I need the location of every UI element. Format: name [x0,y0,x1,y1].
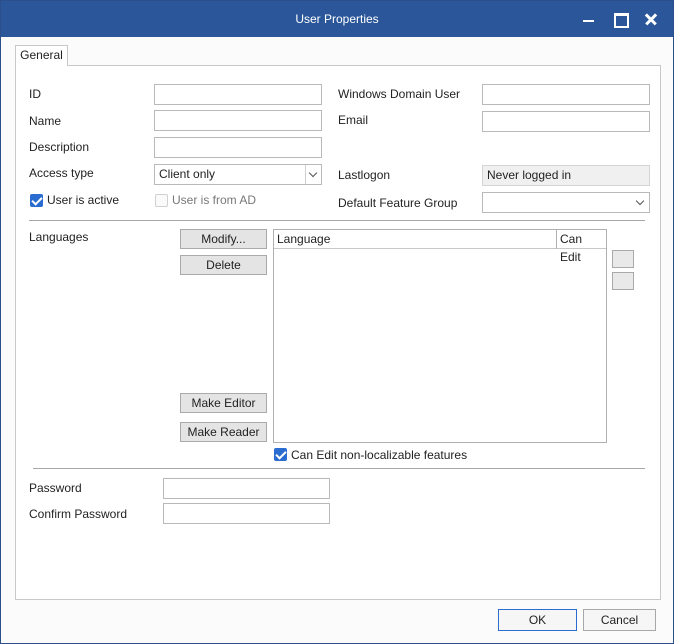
tab-general[interactable]: General [15,45,68,66]
description-input[interactable] [154,137,322,158]
grid-header: Language Can Edit [274,230,606,264]
delete-button[interactable]: Delete [180,255,267,275]
chevron-down-icon[interactable] [305,165,321,184]
id-label: ID [29,87,41,101]
move-up-button[interactable] [612,250,634,268]
maximize-icon[interactable] [610,9,630,29]
default-feature-group-label: Default Feature Group [338,196,458,210]
languages-label: Languages [29,230,89,244]
can-edit-non-localizable-checkbox[interactable] [274,448,287,461]
can-edit-non-localizable-label: Can Edit non-localizable features [291,448,468,462]
languages-grid[interactable]: Language Can Edit [273,229,607,443]
close-icon[interactable] [641,9,661,29]
default-feature-group-select[interactable] [482,192,650,213]
make-editor-button[interactable]: Make Editor [180,393,267,413]
last-logon-value: Never logged in [482,165,650,186]
separator [33,468,645,469]
name-label: Name [29,114,62,128]
access-type-select[interactable]: Client only [154,164,322,185]
confirm-password-label: Confirm Password [29,507,128,521]
column-header-language[interactable]: Language [274,230,557,249]
cancel-button[interactable]: Cancel [583,609,656,631]
user-is-active-checkbox[interactable] [30,194,43,207]
id-input[interactable] [154,84,322,105]
title-bar[interactable]: User Properties [1,1,673,37]
access-type-value: Client only [159,167,216,181]
modify-button[interactable]: Modify... [180,229,267,249]
password-input[interactable] [163,478,330,499]
last-logon-label: Lastlogon [338,168,391,182]
chevron-down-icon[interactable] [633,193,649,212]
confirm-password-input[interactable] [163,503,330,524]
windows-domain-user-input[interactable] [482,84,650,105]
password-label: Password [29,481,82,495]
move-down-button[interactable] [612,272,634,290]
user-is-active-label: User is active [47,193,120,207]
access-type-label: Access type [29,166,94,180]
description-label: Description [29,140,90,154]
make-reader-button[interactable]: Make Reader [180,422,267,442]
name-input[interactable] [154,110,322,131]
email-input[interactable] [482,111,650,132]
email-label: Email [338,113,369,127]
column-header-can-edit[interactable]: Can Edit [557,230,606,264]
separator [29,220,645,221]
user-properties-window: User Properties General ID Name Descript… [0,0,674,644]
window-title: User Properties [295,12,379,26]
ok-button[interactable]: OK [498,609,577,631]
minimize-icon[interactable] [579,9,599,29]
windows-domain-user-label: Windows Domain User [338,87,461,101]
user-is-from-ad-checkbox [155,194,168,207]
user-is-from-ad-label: User is from AD [172,193,257,207]
